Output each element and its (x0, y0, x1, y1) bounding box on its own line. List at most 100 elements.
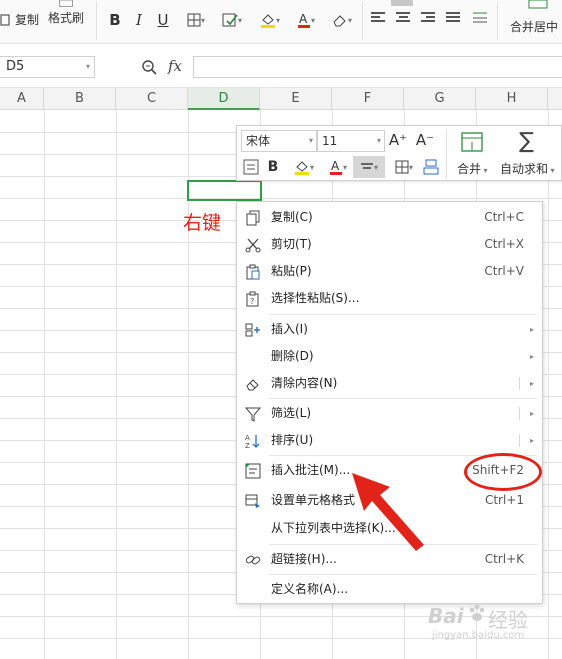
bold-button[interactable]: B (265, 157, 281, 177)
ribbon-divider (497, 2, 498, 40)
fx-icon[interactable]: fx (168, 57, 182, 75)
copy-icon (246, 210, 260, 226)
menu-item-paste[interactable]: 粘贴(P) Ctrl+V (237, 258, 542, 285)
chevron-down-icon: ▾ (85, 62, 90, 71)
merge-icon (528, 0, 548, 9)
bold-button[interactable]: B (106, 10, 124, 30)
border-button[interactable]: ▾ (180, 10, 212, 30)
selected-cell[interactable] (187, 180, 262, 201)
merge-center-label: 合并居中 (510, 19, 559, 34)
align-hover-indicator (391, 0, 413, 6)
menu-separator (269, 314, 537, 315)
align-center-icon (360, 163, 373, 169)
grid-column-line (548, 110, 549, 659)
ribbon-toolbar: 复制 格式刷 B I U ▾ ▾ ▾ A ▾ ▾ 合并居中 (0, 0, 562, 44)
merge-center-button[interactable]: 合并居中 (510, 13, 558, 39)
column-header-g[interactable]: G (404, 88, 476, 110)
baidu-watermark: Bai 经验 jingyan.baidu.com (428, 600, 562, 646)
insert-icon (245, 323, 260, 337)
fill-color-button[interactable]: ▾ (289, 157, 319, 177)
format-painter-icon (59, 0, 73, 7)
fill-color-icon (294, 161, 309, 175)
menu-item-cut[interactable]: 剪切(T) Ctrl+X (237, 231, 542, 258)
underline-button[interactable]: U (154, 10, 172, 30)
svg-text:A: A (245, 434, 250, 442)
clear-format-button[interactable]: ▾ (326, 10, 358, 30)
paste-icon (246, 264, 260, 280)
menu-separator (269, 398, 537, 399)
italic-button[interactable]: I (130, 10, 148, 30)
chevron-right-icon: ▸ (529, 379, 534, 388)
font-color-button[interactable]: A ▾ (323, 157, 353, 177)
menu-item-filter[interactable]: 筛选(L) ▸ (237, 400, 542, 427)
font-size-value: 11 (322, 134, 338, 148)
column-header-d[interactable]: D (188, 88, 260, 110)
name-box[interactable]: D5 ▾ (0, 56, 95, 78)
chevron-right-icon: ▸ (529, 436, 534, 445)
formula-bar: D5 ▾ fx (0, 44, 562, 88)
distributed-align-icon[interactable] (472, 10, 488, 26)
submenu-divider (519, 434, 520, 447)
chevron-right-icon: ▸ (529, 409, 534, 418)
border-icon (395, 160, 409, 174)
align-center-icon[interactable] (396, 12, 412, 26)
decrease-font-button[interactable]: A⁻ (415, 130, 435, 150)
eraser-icon (246, 379, 259, 391)
border-button[interactable]: ▾ (389, 157, 419, 177)
justify-icon[interactable] (446, 12, 462, 26)
increase-font-button[interactable]: A⁺ (388, 130, 408, 150)
font-color-icon: A (329, 159, 342, 175)
zoom-icon[interactable] (141, 59, 157, 75)
column-header-e[interactable]: E (260, 88, 332, 110)
font-size-select[interactable]: 11 ▾ (317, 130, 385, 152)
format-painter-button[interactable]: 格式刷 (48, 0, 84, 26)
merge-icon (461, 132, 483, 152)
column-header-h[interactable]: H (476, 88, 548, 110)
insert-comment-icon (245, 463, 261, 479)
menu-item-insert[interactable]: 插入(I) ▸ (237, 316, 542, 343)
svg-text:?: ? (250, 297, 254, 306)
menu-item-sort[interactable]: AZ 排序(U) ▸ (237, 427, 542, 454)
pointer-arrow-icon (352, 473, 424, 551)
right-click-annotation: 右键 (183, 212, 222, 234)
column-headers: A B C D E F G H (0, 88, 562, 110)
merge-button[interactable]: 合并 ▾ (457, 160, 488, 177)
font-color-icon: A (297, 12, 310, 28)
copy-button[interactable]: 复制 (0, 6, 39, 32)
column-header-a[interactable]: A (0, 88, 44, 110)
paste-special-icon: ? (246, 291, 259, 307)
column-header-b[interactable]: B (44, 88, 116, 110)
hyperlink-icon (245, 555, 261, 565)
menu-item-copy[interactable]: 复制(C) Ctrl+C (237, 204, 542, 231)
border-icon (187, 13, 201, 27)
menu-item-define-name[interactable]: 定义名称(A)... (237, 576, 542, 603)
sigma-icon: ∑ (519, 129, 534, 154)
submenu-divider (519, 407, 520, 420)
watermark-brand: Bai (428, 604, 464, 628)
column-header-f[interactable]: F (332, 88, 404, 110)
font-name-select[interactable]: 宋体 ▾ (241, 130, 317, 152)
column-header-c[interactable]: C (116, 88, 188, 110)
cut-icon (245, 238, 261, 253)
clear-icon (333, 15, 346, 27)
sort-icon: AZ (245, 434, 260, 449)
paw-icon (469, 604, 485, 621)
align-button[interactable]: ▾ (353, 156, 385, 178)
cell-style-button[interactable]: ▾ (216, 10, 248, 30)
font-color-button[interactable]: A ▾ (290, 10, 322, 30)
fill-color-button[interactable]: ▾ (254, 10, 286, 30)
format-painter-icon[interactable] (423, 159, 439, 175)
menu-item-clear-contents[interactable]: 清除内容(N) ▸ (237, 370, 542, 397)
autosum-button[interactable]: 自动求和 ▾ (500, 160, 555, 177)
watermark-brand-cn: 经验 (488, 608, 528, 632)
menu-item-delete[interactable]: 删除(D) ▸ (237, 343, 542, 370)
cell-style-icon (222, 13, 238, 27)
formula-input[interactable] (193, 56, 562, 78)
svg-text:A: A (299, 12, 308, 26)
fill-color-icon (260, 14, 275, 28)
wrap-text-icon[interactable] (243, 159, 259, 175)
watermark-url: jingyan.baidu.com (432, 630, 525, 641)
align-left-icon[interactable] (371, 12, 387, 26)
align-right-icon[interactable] (421, 12, 437, 26)
menu-item-paste-special[interactable]: ? 选择性粘贴(S)... (237, 285, 542, 312)
